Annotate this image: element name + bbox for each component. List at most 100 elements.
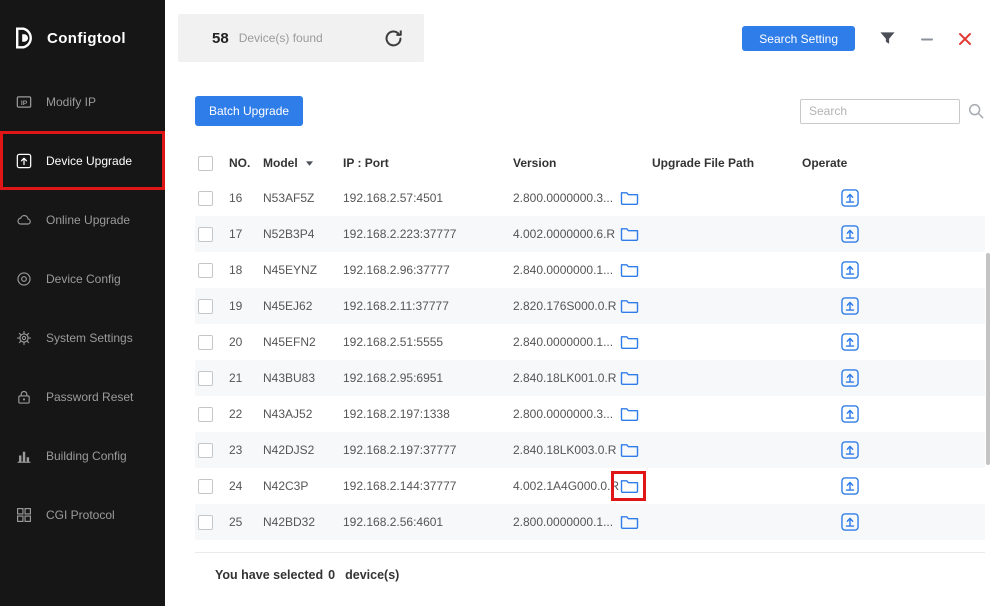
building-config-icon xyxy=(16,448,32,464)
upgrade-file-path-cell xyxy=(616,260,641,280)
table-row: 22 N43AJ52 192.168.2.197:1338 2.800.0000… xyxy=(195,396,985,432)
brand: Configtool xyxy=(0,0,165,72)
search-icon[interactable] xyxy=(967,102,985,120)
browse-file-folder-icon[interactable] xyxy=(618,440,641,460)
sidebar-item-building-config[interactable]: Building Config xyxy=(0,426,165,485)
table-row: 25 N42BD32 192.168.2.56:4601 2.800.00000… xyxy=(195,504,985,540)
close-button-icon[interactable] xyxy=(958,32,972,46)
sidebar-item-online-upgrade[interactable]: Online Upgrade xyxy=(0,190,165,249)
batch-upgrade-button[interactable]: Batch Upgrade xyxy=(195,96,304,126)
upgrade-file-path-cell xyxy=(616,512,641,532)
sidebar-item-system-settings[interactable]: System Settings xyxy=(0,308,165,367)
refresh-button[interactable] xyxy=(383,28,404,49)
row-checkbox[interactable] xyxy=(198,226,213,242)
window-controls: Search Setting xyxy=(742,14,972,51)
upgrade-file-path-cell xyxy=(616,296,641,316)
row-ip-port: 192.168.2.11:37777 xyxy=(343,299,449,313)
device-count: 58 xyxy=(212,29,229,47)
row-checkbox[interactable] xyxy=(198,370,213,386)
upgrade-upload-icon[interactable] xyxy=(839,511,861,533)
row-model: N45EYNZ xyxy=(263,263,318,277)
upgrade-upload-icon[interactable] xyxy=(839,331,861,353)
column-upgrade-file-path: Upgrade File Path xyxy=(652,156,755,170)
browse-file-folder-icon[interactable] xyxy=(618,404,641,424)
selection-text: You have selected xyxy=(215,568,324,582)
search-setting-button[interactable]: Search Setting xyxy=(742,26,855,51)
row-checkbox[interactable] xyxy=(198,298,213,314)
table-row: 24 N42C3P 192.168.2.144:37777 4.002.1A4G… xyxy=(195,468,985,504)
row-no: 23 xyxy=(229,443,243,457)
sidebar-item-password-reset[interactable]: Password Reset xyxy=(0,367,165,426)
sidebar-item-device-config[interactable]: Device Config xyxy=(0,249,165,308)
row-model: N42C3P xyxy=(263,479,309,493)
row-ip-port: 192.168.2.56:4601 xyxy=(343,515,444,529)
row-checkbox[interactable] xyxy=(198,478,213,494)
row-model: N42BD32 xyxy=(263,515,316,529)
selection-unit: device(s) xyxy=(345,568,400,582)
row-model: N45EFN2 xyxy=(263,335,316,349)
row-model: N43AJ52 xyxy=(263,407,313,421)
cgi-protocol-icon xyxy=(16,507,32,523)
row-checkbox[interactable] xyxy=(198,406,213,422)
column-operate: Operate xyxy=(802,156,848,170)
row-no: 16 xyxy=(229,191,243,205)
sidebar-item-device-upgrade[interactable]: Device Upgrade xyxy=(0,131,165,190)
upgrade-upload-icon[interactable] xyxy=(839,439,861,461)
table-header: NO. Model IP : Port Version Upgrade File… xyxy=(195,146,985,180)
upgrade-file-path-cell xyxy=(616,368,641,388)
row-ip-port: 192.168.2.197:1338 xyxy=(343,407,450,421)
browse-file-folder-icon[interactable] xyxy=(618,224,641,244)
row-checkbox[interactable] xyxy=(198,262,213,278)
row-no: 18 xyxy=(229,263,243,277)
browse-file-folder-icon[interactable] xyxy=(618,296,641,316)
table-row: 16 N53AF5Z 192.168.2.57:4501 2.800.00000… xyxy=(195,180,985,216)
row-version: 2.840.18LK003.0.R xyxy=(513,443,617,457)
search-box xyxy=(800,98,985,124)
upgrade-upload-icon[interactable] xyxy=(839,259,861,281)
upgrade-upload-icon[interactable] xyxy=(839,403,861,425)
select-all-checkbox[interactable] xyxy=(198,155,213,171)
row-checkbox[interactable] xyxy=(198,190,213,206)
upgrade-file-path-cell xyxy=(616,440,641,460)
sidebar-item-modify-ip[interactable]: IP Modify IP xyxy=(0,72,165,131)
column-model: Model xyxy=(261,156,341,170)
app-logo-icon xyxy=(12,25,38,51)
browse-file-folder-icon[interactable] xyxy=(618,260,641,280)
browse-file-folder-icon[interactable] xyxy=(618,332,641,352)
row-model: N42DJS2 xyxy=(263,443,315,457)
sidebar-item-cgi-protocol[interactable]: CGI Protocol xyxy=(0,485,165,544)
row-checkbox[interactable] xyxy=(198,514,213,530)
upgrade-upload-icon[interactable] xyxy=(839,187,861,209)
upgrade-file-path-cell xyxy=(616,224,641,244)
table-row: 20 N45EFN2 192.168.2.51:5555 2.840.00000… xyxy=(195,324,985,360)
row-version: 2.800.0000000.3... xyxy=(513,191,614,205)
row-model: N52B3P4 xyxy=(263,227,315,241)
row-ip-port: 192.168.2.96:37777 xyxy=(343,263,450,277)
minimize-button-icon[interactable] xyxy=(920,32,934,46)
row-model: N53AF5Z xyxy=(263,191,315,205)
row-checkbox[interactable] xyxy=(198,442,213,458)
app-title: Configtool xyxy=(47,29,126,47)
row-version: 2.800.0000000.1... xyxy=(513,515,614,529)
browse-file-folder-icon[interactable] xyxy=(618,512,641,532)
browse-file-folder-icon[interactable] xyxy=(618,368,641,388)
upgrade-upload-icon[interactable] xyxy=(839,367,861,389)
filter-icon[interactable] xyxy=(879,30,896,47)
browse-file-folder-icon[interactable] xyxy=(618,188,641,208)
sidebar-menu: IP Modify IP Device Upgrade Online Upgra… xyxy=(0,72,165,544)
row-version: 2.800.0000000.3... xyxy=(513,407,614,421)
row-checkbox[interactable] xyxy=(198,334,213,350)
row-no: 25 xyxy=(229,515,243,529)
browse-file-folder-icon[interactable] xyxy=(618,476,641,496)
svg-text:IP: IP xyxy=(21,99,28,106)
row-ip-port: 192.168.2.57:4501 xyxy=(343,191,444,205)
search-input[interactable] xyxy=(800,98,960,124)
upgrade-upload-icon[interactable] xyxy=(839,223,861,245)
scrollbar-thumb[interactable] xyxy=(986,253,990,465)
upgrade-upload-icon[interactable] xyxy=(839,475,861,497)
upgrade-upload-icon[interactable] xyxy=(839,295,861,317)
model-filter-caret-icon[interactable] xyxy=(305,160,314,167)
upgrade-file-path-cell xyxy=(616,332,641,352)
row-no: 21 xyxy=(229,371,243,385)
content: Batch Upgrade NO. Model IP : Port Versio… xyxy=(165,76,1000,606)
